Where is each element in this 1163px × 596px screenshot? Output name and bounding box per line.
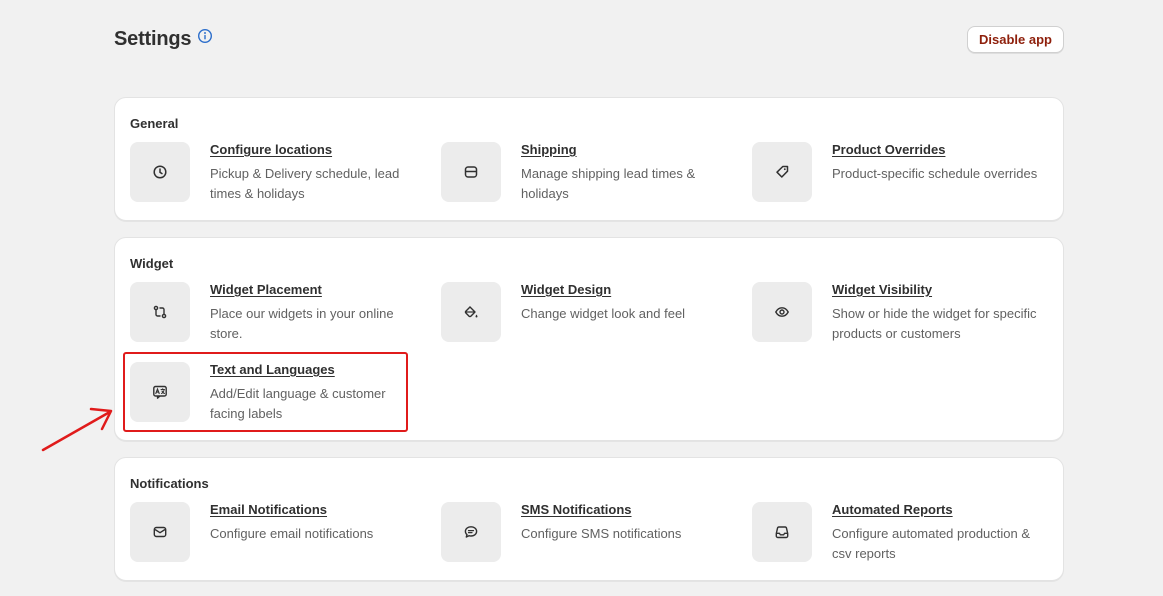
box-icon <box>441 142 501 202</box>
item-title[interactable]: Shipping <box>521 142 731 158</box>
item-title[interactable]: SMS Notifications <box>521 502 681 518</box>
title-wrap: Settings <box>114 28 213 51</box>
widget-visibility-item[interactable]: Widget Visibility Show or hide the widge… <box>752 282 1042 344</box>
item-title[interactable]: Automated Reports <box>832 502 1042 518</box>
item-title[interactable]: Email Notifications <box>210 502 373 518</box>
item-title[interactable]: Text and Languages <box>210 362 420 378</box>
text-and-languages-item[interactable]: Text and Languages Add/Edit language & c… <box>130 362 420 424</box>
item-title[interactable]: Configure locations <box>210 142 420 158</box>
sms-notifications-item[interactable]: SMS Notifications Configure SMS notifica… <box>441 502 731 564</box>
widget-placement-item[interactable]: Widget Placement Place our widgets in yo… <box>130 282 420 344</box>
product-overrides-item[interactable]: Product Overrides Product-specific sched… <box>752 142 1042 204</box>
item-description: Pickup & Delivery schedule, lead times &… <box>210 166 400 201</box>
disable-app-button[interactable]: Disable app <box>967 25 1064 53</box>
shipping-item[interactable]: Shipping Manage shipping lead times & ho… <box>441 142 731 204</box>
clock-icon <box>130 142 190 202</box>
language-icon <box>130 362 190 422</box>
annotation-arrow <box>41 407 113 452</box>
automated-reports-item[interactable]: Automated Reports Configure automated pr… <box>752 502 1042 564</box>
section-title-notifications: Notifications <box>130 476 209 491</box>
item-title[interactable]: Product Overrides <box>832 142 1037 158</box>
item-description: Configure email notifications <box>210 526 374 541</box>
item-description: Product-specific schedule overrides <box>832 166 1038 181</box>
paint-bucket-icon <box>441 282 501 342</box>
widget-card: Widget Widget Placement Place our widget… <box>114 237 1064 441</box>
page-title: Settings <box>114 27 192 50</box>
widget-design-item[interactable]: Widget Design Change widget look and fee… <box>441 282 731 344</box>
arrows-swap-icon <box>130 282 190 342</box>
page-header: Settings Disable app <box>114 24 1064 54</box>
section-title-widget: Widget <box>130 256 174 271</box>
item-title[interactable]: Widget Visibility <box>832 282 1042 298</box>
section-title-general: General <box>130 116 179 131</box>
item-description: Manage shipping lead times & holidays <box>521 166 696 201</box>
item-title[interactable]: Widget Placement <box>210 282 420 298</box>
settings-page: Settings Disable app General Configure l… <box>0 0 1163 596</box>
item-description: Change widget look and feel <box>521 306 686 321</box>
email-notifications-item[interactable]: Email Notifications Configure email noti… <box>130 502 420 564</box>
item-description: Add/Edit language & customer facing labe… <box>210 386 386 421</box>
item-description: Configure automated production & csv rep… <box>832 526 1031 561</box>
eye-icon <box>752 282 812 342</box>
inbox-icon <box>752 502 812 562</box>
envelope-icon <box>130 502 190 562</box>
general-card: General Configure locations Pickup & Del… <box>114 97 1064 221</box>
item-description: Show or hide the widget for specific pro… <box>832 306 1037 341</box>
notifications-card: Notifications Email Notifications Config… <box>114 457 1064 581</box>
item-title[interactable]: Widget Design <box>521 282 685 298</box>
item-description: Configure SMS notifications <box>521 526 682 541</box>
item-description: Place our widgets in your online store. <box>210 306 394 341</box>
configure-locations-item[interactable]: Configure locations Pickup & Delivery sc… <box>130 142 420 204</box>
chat-bubble-icon <box>441 502 501 562</box>
tag-icon <box>752 142 812 202</box>
info-icon[interactable] <box>197 28 213 44</box>
